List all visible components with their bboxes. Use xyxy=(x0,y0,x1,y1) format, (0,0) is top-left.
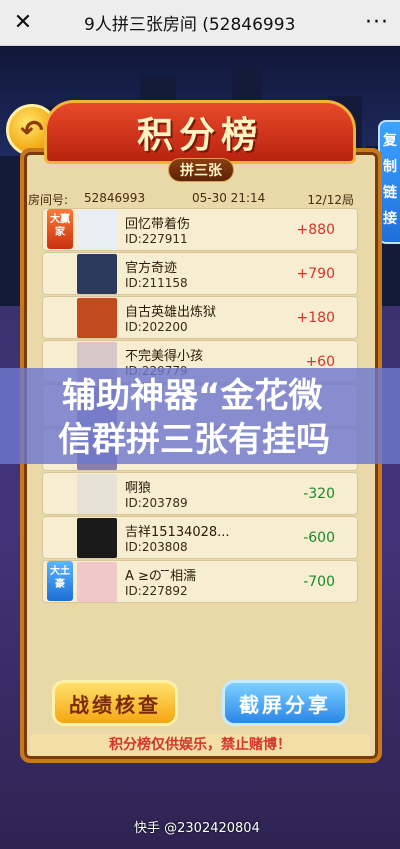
scoreboard-title: 积分榜 xyxy=(136,114,263,156)
room-label: 房间号: xyxy=(28,193,69,207)
record-check-button[interactable]: 战绩核查 xyxy=(52,680,178,726)
room-number: 52846993 xyxy=(84,191,146,205)
headline-line-2: 信群拼三张有挂吗 xyxy=(58,420,330,460)
player-id: ID:227911 xyxy=(125,232,188,246)
player-row: 大土豪 A ≥の ̄ ̄相濡 ID:227892 -700 xyxy=(42,560,358,603)
player-id: ID:203789 xyxy=(125,496,188,510)
player-name: 官方奇迹 xyxy=(125,261,178,276)
player-row: 官方奇迹 ID:211158 +790 xyxy=(42,252,358,295)
player-score: +180 xyxy=(296,309,335,326)
player-avatar xyxy=(77,517,117,558)
round-count: 12/12局 xyxy=(307,193,354,207)
player-id: ID:227892 xyxy=(125,584,188,598)
player-id: ID:202200 xyxy=(125,320,188,334)
game-type-tag: 拼三张 xyxy=(168,158,234,182)
more-dots-icon[interactable]: ··· xyxy=(354,0,400,46)
player-score: -600 xyxy=(303,529,335,546)
player-avatar xyxy=(77,561,117,602)
player-name: A ≥の ̄ ̄相濡 xyxy=(125,569,197,584)
scoreboard-banner: 积分榜 xyxy=(44,100,356,164)
loser-badge: 大土豪 xyxy=(47,561,73,601)
player-avatar xyxy=(77,297,117,338)
player-avatar xyxy=(77,253,117,294)
room-info-row: 房间号: 52846993 05-30 21:14 12/12局 xyxy=(28,191,354,209)
winner-badge: 大赢家 xyxy=(47,209,73,249)
player-id: ID:203808 xyxy=(125,540,188,554)
player-name: 不完美得小孩 xyxy=(125,349,204,364)
watermark: 快手 @2302420804 xyxy=(134,821,260,836)
player-name: 回忆带着伤 xyxy=(125,217,191,232)
player-score: +790 xyxy=(296,265,335,282)
headline-overlay: 辅助神器“金花微 信群拼三张有挂吗 xyxy=(0,368,400,464)
player-score: +880 xyxy=(296,221,335,238)
close-icon[interactable]: ✕ xyxy=(0,0,46,46)
player-name: 自古英雄出炼狱 xyxy=(125,305,217,320)
screenshot-share-button[interactable]: 截屏分享 xyxy=(222,680,348,726)
headline-text: 辅助神器“金花微 信群拼三张有挂吗 xyxy=(58,374,352,462)
player-name: 吉祥15134028... xyxy=(125,525,230,540)
player-row: 大赢家 回忆带着伤 ID:227911 +880 xyxy=(42,208,358,251)
headline-line-1: 辅助神器“金花微 xyxy=(62,376,323,416)
player-name: 啊狼 xyxy=(125,481,152,496)
player-avatar xyxy=(77,473,117,514)
player-id: ID:211158 xyxy=(125,276,188,290)
player-score: -700 xyxy=(303,573,335,590)
window-title: 9人拼三张房间 (52846993 xyxy=(84,15,296,35)
player-score: -320 xyxy=(303,485,335,502)
player-row: 啊狼 ID:203789 -320 xyxy=(42,472,358,515)
player-row: 自古英雄出炼狱 ID:202200 +180 xyxy=(42,296,358,339)
top-bar: ✕ 9人拼三张房间 (52846993 ··· xyxy=(0,0,400,46)
disclaimer-notice: 积分榜仅供娱乐，禁止赌博！ xyxy=(30,734,370,756)
player-row: 吉祥15134028... ID:203808 -600 xyxy=(42,516,358,559)
player-avatar xyxy=(77,209,117,250)
game-datetime: 05-30 21:14 xyxy=(192,191,266,205)
